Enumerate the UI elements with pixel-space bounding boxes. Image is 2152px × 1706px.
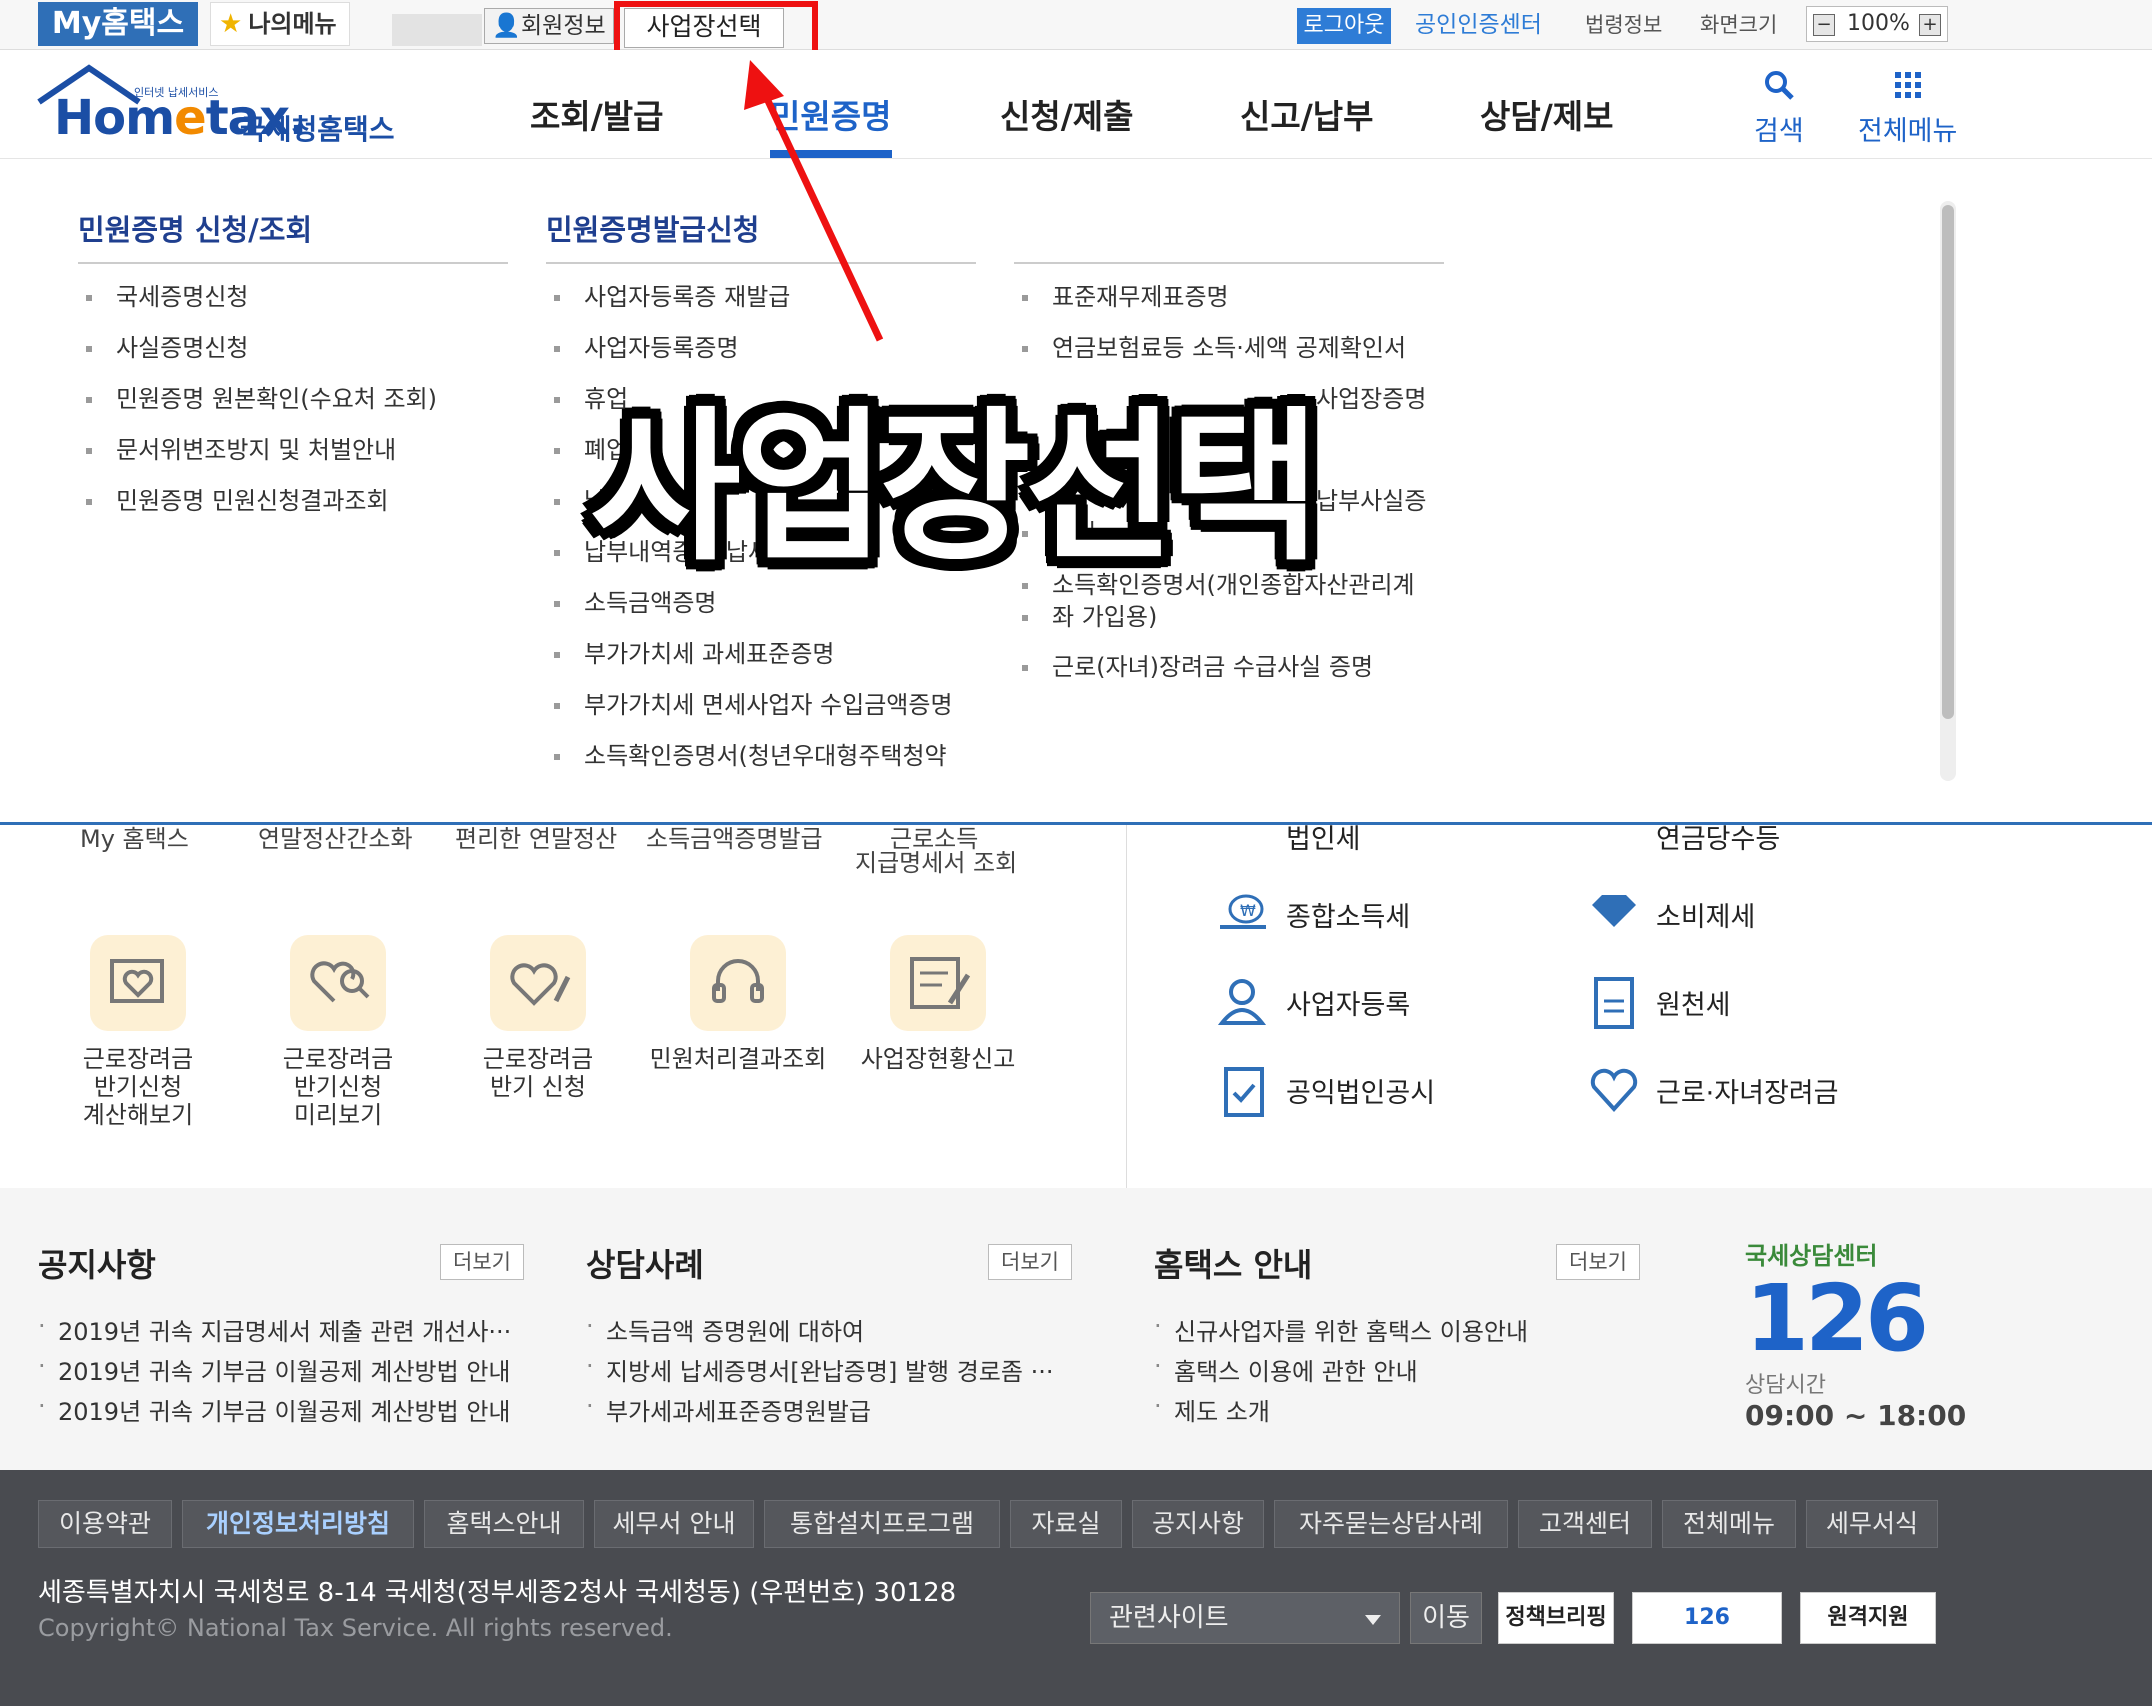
- footer-link[interactable]: 세무서 안내: [594, 1500, 754, 1548]
- guide-item[interactable]: 홈택스 이용에 관한 안내: [1154, 1352, 1418, 1387]
- policy-briefing-button[interactable]: 정책브리핑: [1498, 1592, 1614, 1644]
- call-126-button[interactable]: 126: [1632, 1592, 1782, 1644]
- related-site-select[interactable]: 관련사이트: [1090, 1592, 1400, 1644]
- related-site-move-button[interactable]: 이동: [1410, 1592, 1482, 1644]
- footer-link[interactable]: 이용약관: [38, 1500, 172, 1548]
- footer-link[interactable]: 전체메뉴: [1662, 1500, 1796, 1548]
- notice-item[interactable]: 2019년 귀속 기부금 이월공제 계산방법 안내: [38, 1392, 510, 1427]
- notice-item[interactable]: 2019년 귀속 지급명세서 제출 관련 개선사···: [38, 1312, 511, 1347]
- footer-link[interactable]: 홈택스안내: [424, 1500, 584, 1548]
- guide-item[interactable]: 신규사업자를 위한 홈택스 이용안내: [1154, 1312, 1528, 1347]
- boards-section: 공지사항 더보기 2019년 귀속 지급명세서 제출 관련 개선사··· 201…: [0, 1188, 2152, 1470]
- footer-link[interactable]: 통합설치프로그램: [764, 1500, 1000, 1548]
- call-center-number-text: 126: [1745, 1265, 1929, 1372]
- footer-link[interactable]: 공지사항: [1132, 1500, 1264, 1548]
- consult-more-button[interactable]: 더보기: [988, 1244, 1072, 1280]
- call-center-number: 126: [1745, 1271, 1975, 1367]
- footer-link[interactable]: 자주묻는상담사례: [1274, 1500, 1508, 1548]
- footer-link[interactable]: 고객센터: [1518, 1500, 1652, 1548]
- call-center-hours: 09:00 ~ 18:00: [1745, 1399, 1967, 1432]
- related-site-label: 관련사이트: [1109, 1603, 1229, 1633]
- consult-item[interactable]: 소득금액 증명원에 대하여: [586, 1312, 864, 1347]
- footer-link[interactable]: 세무서식: [1806, 1500, 1938, 1548]
- footer-address: 세종특별자치시 국세청로 8-14 국세청(정부세종2청사 국세청동) (우편번…: [38, 1578, 957, 1608]
- notice-item[interactable]: 2019년 귀속 기부금 이월공제 계산방법 안내: [38, 1352, 510, 1387]
- footer-link[interactable]: 개인정보처리방침: [182, 1500, 414, 1548]
- page-root: My홈택스 ★ 나의메뉴 👤회원정보 사업장선택 로그아웃 공인인증센터 법령정보…: [0, 0, 2152, 1706]
- consult-item[interactable]: 부가세과세표준증명원발급: [586, 1392, 871, 1427]
- guide-title[interactable]: 홈택스 안내: [1154, 1240, 1312, 1286]
- site-footer: 이용약관 개인정보처리방침 홈택스안내 세무서 안내 통합설치프로그램 자료실 …: [0, 1470, 2152, 1706]
- consult-title[interactable]: 상담사례: [586, 1240, 704, 1286]
- overlay-caption: 사업장선택: [590, 392, 1320, 583]
- chevron-down-icon: [1365, 1615, 1381, 1625]
- footer-link[interactable]: 자료실: [1010, 1500, 1122, 1548]
- guide-more-button[interactable]: 더보기: [1556, 1244, 1640, 1280]
- call-center-banner[interactable]: 국세상담센터 126 상담시간 09:00 ~ 18:00: [1745, 1236, 1975, 1436]
- notice-more-button[interactable]: 더보기: [440, 1244, 524, 1280]
- remote-support-button[interactable]: 원격지원: [1800, 1592, 1936, 1644]
- guide-item[interactable]: 제도 소개: [1154, 1392, 1270, 1427]
- footer-copyright: Copyright© National Tax Service. All rig…: [38, 1614, 673, 1642]
- notice-title[interactable]: 공지사항: [38, 1240, 156, 1286]
- consult-item[interactable]: 지방세 납세증명서[완납증명] 발행 경로좀 ···: [586, 1352, 1053, 1387]
